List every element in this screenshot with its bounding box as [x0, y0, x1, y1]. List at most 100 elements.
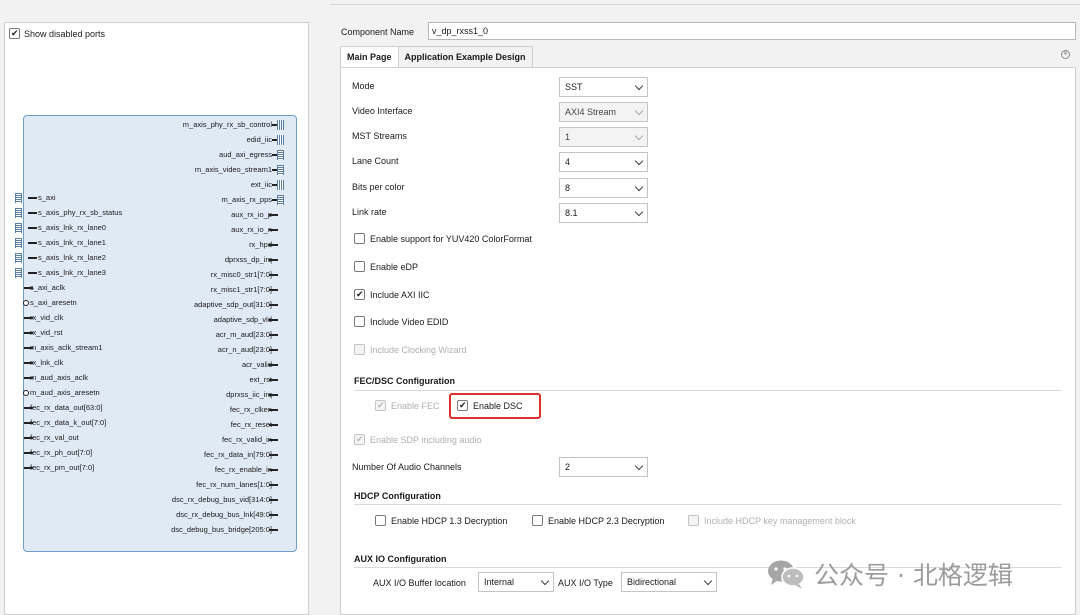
- include-clocking-wizard-checkbox[interactable]: Include Clocking Wizard: [354, 344, 467, 355]
- checkbox-icon[interactable]: [354, 233, 365, 244]
- port-dsc-rx-debug-bus-lnk: dsc_rx_debug_bus_lnk[49:0]: [176, 510, 278, 520]
- ip-configuration-pane: Component Name v_dp_rxss1_0 ✕ Main Page …: [330, 0, 1080, 615]
- aux-buffer-location-label: AUX I/O Buffer location: [373, 578, 466, 588]
- mode-select[interactable]: SST: [559, 77, 648, 97]
- lane-count-label: Lane Count: [352, 156, 399, 166]
- port-m-axis-phy-rx-sb-control: m_axis_phy_rx_sb_control: [183, 120, 284, 130]
- lane-count-select[interactable]: 4: [559, 152, 648, 172]
- include-axi-iic-checkbox[interactable]: Include AXI IIC: [354, 288, 430, 300]
- tab-bar: Main Page Application Example Design: [340, 46, 533, 68]
- port-s-axis-lnk-rx-lane0: s_axis_lnk_rx_lane0: [15, 223, 106, 233]
- port-dprxss-dp-irq: dprxss_dp_irq: [225, 255, 278, 265]
- mode-label: Mode: [352, 81, 375, 91]
- audio-channels-select[interactable]: 2: [559, 457, 648, 477]
- component-name-input[interactable]: v_dp_rxss1_0 ✕: [428, 22, 1076, 59]
- yuv420-checkbox[interactable]: Enable support for YUV420 ColorFormat: [354, 233, 532, 244]
- hdcp-section-title: HDCP Configuration: [354, 491, 441, 501]
- port-rx-misc1-str1: rx_misc1_str1[7:0]: [211, 285, 278, 295]
- aux-io-type-label: AUX I/O Type: [558, 578, 613, 588]
- port-dprxss-iic-irq: dprxss_iic_irq: [226, 390, 278, 400]
- port-fec-rx-reset: fec_rx_reset: [231, 420, 278, 430]
- bits-per-color-select[interactable]: 8: [559, 178, 648, 198]
- enable-fec-checkbox[interactable]: Enable FEC: [375, 399, 440, 411]
- chevron-down-icon: [634, 156, 644, 166]
- chevron-down-icon: [634, 182, 644, 192]
- port-fec-rx-data-k-out: fec_rx_data_k_out[7:0]: [24, 418, 106, 428]
- port-m-aud-axis-aclk: m_aud_axis_aclk: [24, 373, 88, 383]
- link-rate-label: Link rate: [352, 207, 387, 217]
- audio-channels-label: Number Of Audio Channels: [352, 462, 462, 472]
- checkbox-icon[interactable]: [9, 27, 20, 39]
- checkbox-icon[interactable]: [354, 433, 365, 445]
- port-aux-rx-io-p: aux_rx_io_p: [231, 210, 278, 220]
- port-s-axi-aresetn: s_axi_aresetn: [23, 298, 77, 308]
- component-name-label: Component Name: [341, 27, 415, 37]
- port-ext-rst: ext_rst: [249, 375, 278, 385]
- ip-block-symbol: m_axis_phy_rx_sb_control edid_iic aud_ax…: [15, 115, 297, 552]
- port-rx-vid-rst: rx_vid_rst: [24, 328, 63, 338]
- checkbox-icon[interactable]: [354, 344, 365, 355]
- port-acr-n-aud: acr_n_aud[23:0]: [218, 345, 278, 355]
- chevron-down-icon: [634, 106, 644, 116]
- port-fec-rx-val-out: fec_rx_val_out: [24, 433, 79, 443]
- port-aud-axi-egress: aud_axi_egress: [219, 150, 284, 160]
- port-dsc-rx-debug-bus-vid: dsc_rx_debug_bus_vid[314:0]: [172, 495, 278, 505]
- checkbox-icon[interactable]: [375, 399, 386, 411]
- port-fec-rx-pm-out: fec_rx_pm_out[7:0]: [24, 463, 94, 473]
- divider: [354, 504, 1061, 505]
- port-acr-valid: acr_valid: [242, 360, 278, 370]
- mst-streams-select[interactable]: 1: [559, 127, 648, 147]
- clear-icon[interactable]: ✕: [1061, 50, 1070, 59]
- port-acr-m-aud: acr_m_aud[23:0]: [216, 330, 278, 340]
- port-fec-rx-data-out: fec_rx_data_out[63:0]: [24, 403, 103, 413]
- port-rx-hpd: rx_hpd: [249, 240, 278, 250]
- fec-dsc-section-title: FEC/DSC Configuration: [354, 376, 455, 386]
- watermark: 公众号 · 北格逻辑: [766, 556, 1013, 592]
- port-s-axis-lnk-rx-lane2: s_axis_lnk_rx_lane2: [15, 253, 106, 263]
- divider: [354, 390, 1061, 391]
- port-edid-iic: edid_iic: [247, 135, 284, 145]
- checkbox-icon[interactable]: [375, 515, 386, 526]
- checkbox-icon[interactable]: [688, 515, 699, 526]
- aux-io-type-select[interactable]: Bidirectional: [621, 572, 717, 592]
- chevron-down-icon: [634, 461, 644, 471]
- port-s-axis-lnk-rx-lane3: s_axis_lnk_rx_lane3: [15, 268, 106, 278]
- main-page-panel: Mode SST Video Interface AXI4 Stream MST…: [340, 67, 1076, 615]
- hdcp13-checkbox[interactable]: Enable HDCP 1.3 Decryption: [375, 515, 507, 526]
- enable-edp-checkbox[interactable]: Enable eDP: [354, 261, 418, 272]
- hdcp-key-management-checkbox[interactable]: Include HDCP key management block: [688, 515, 856, 526]
- bits-per-color-label: Bits per color: [352, 182, 405, 192]
- port-ext-iic: ext_iic: [251, 180, 284, 190]
- hdcp23-checkbox[interactable]: Enable HDCP 2.3 Decryption: [532, 515, 664, 526]
- chevron-down-icon: [634, 207, 644, 217]
- chevron-down-icon: [540, 576, 550, 586]
- ip-symbol-pane: Show disabled ports m_axis_phy_rx_sb_con…: [4, 22, 309, 615]
- checkbox-icon[interactable]: [354, 261, 365, 272]
- port-s-axi: s_axi: [15, 193, 56, 203]
- tab-application-example-design[interactable]: Application Example Design: [397, 46, 533, 68]
- port-fec-rx-clken: fec_rx_clken: [230, 405, 278, 415]
- checkbox-icon[interactable]: [532, 515, 543, 526]
- checkbox-icon[interactable]: [354, 316, 365, 327]
- checkbox-icon[interactable]: [354, 288, 365, 300]
- show-disabled-ports-checkbox[interactable]: Show disabled ports: [9, 27, 105, 39]
- port-fec-rx-data-in: fec_rx_data_in[79:0]: [204, 450, 278, 460]
- video-interface-select[interactable]: AXI4 Stream: [559, 102, 648, 122]
- enable-sdp-audio-checkbox[interactable]: Enable SDP including audio: [354, 433, 481, 445]
- port-s-axis-phy-rx-sb-status: s_axis_phy_rx_sb_status: [15, 208, 122, 218]
- port-m-aud-axis-aresetn: m_aud_axis_aresetn: [23, 388, 100, 398]
- aux-buffer-location-select[interactable]: Internal: [478, 572, 554, 592]
- divider: [330, 4, 1080, 5]
- wechat-icon: [768, 560, 805, 589]
- link-rate-select[interactable]: 8.1: [559, 203, 648, 223]
- port-aux-rx-io-n: aux_rx_io_n: [231, 225, 278, 235]
- include-video-edid-checkbox[interactable]: Include Video EDID: [354, 316, 448, 327]
- chevron-down-icon: [634, 81, 644, 91]
- tab-main-page[interactable]: Main Page: [340, 46, 399, 68]
- port-rx-vid-clk: rx_vid_clk: [24, 313, 63, 323]
- watermark-text: 公众号 · 北格逻辑: [814, 561, 1013, 590]
- port-fec-rx-valid-in: fec_rx_valid_in: [222, 435, 278, 445]
- port-adaptive-sdp-vld: adaptive_sdp_vld: [214, 315, 278, 325]
- port-fec-rx-num-lanes: fec_rx_num_lanes[1:0]: [196, 480, 278, 490]
- port-rx-misc0-str1: rx_misc0_str1[7:0]: [211, 270, 278, 280]
